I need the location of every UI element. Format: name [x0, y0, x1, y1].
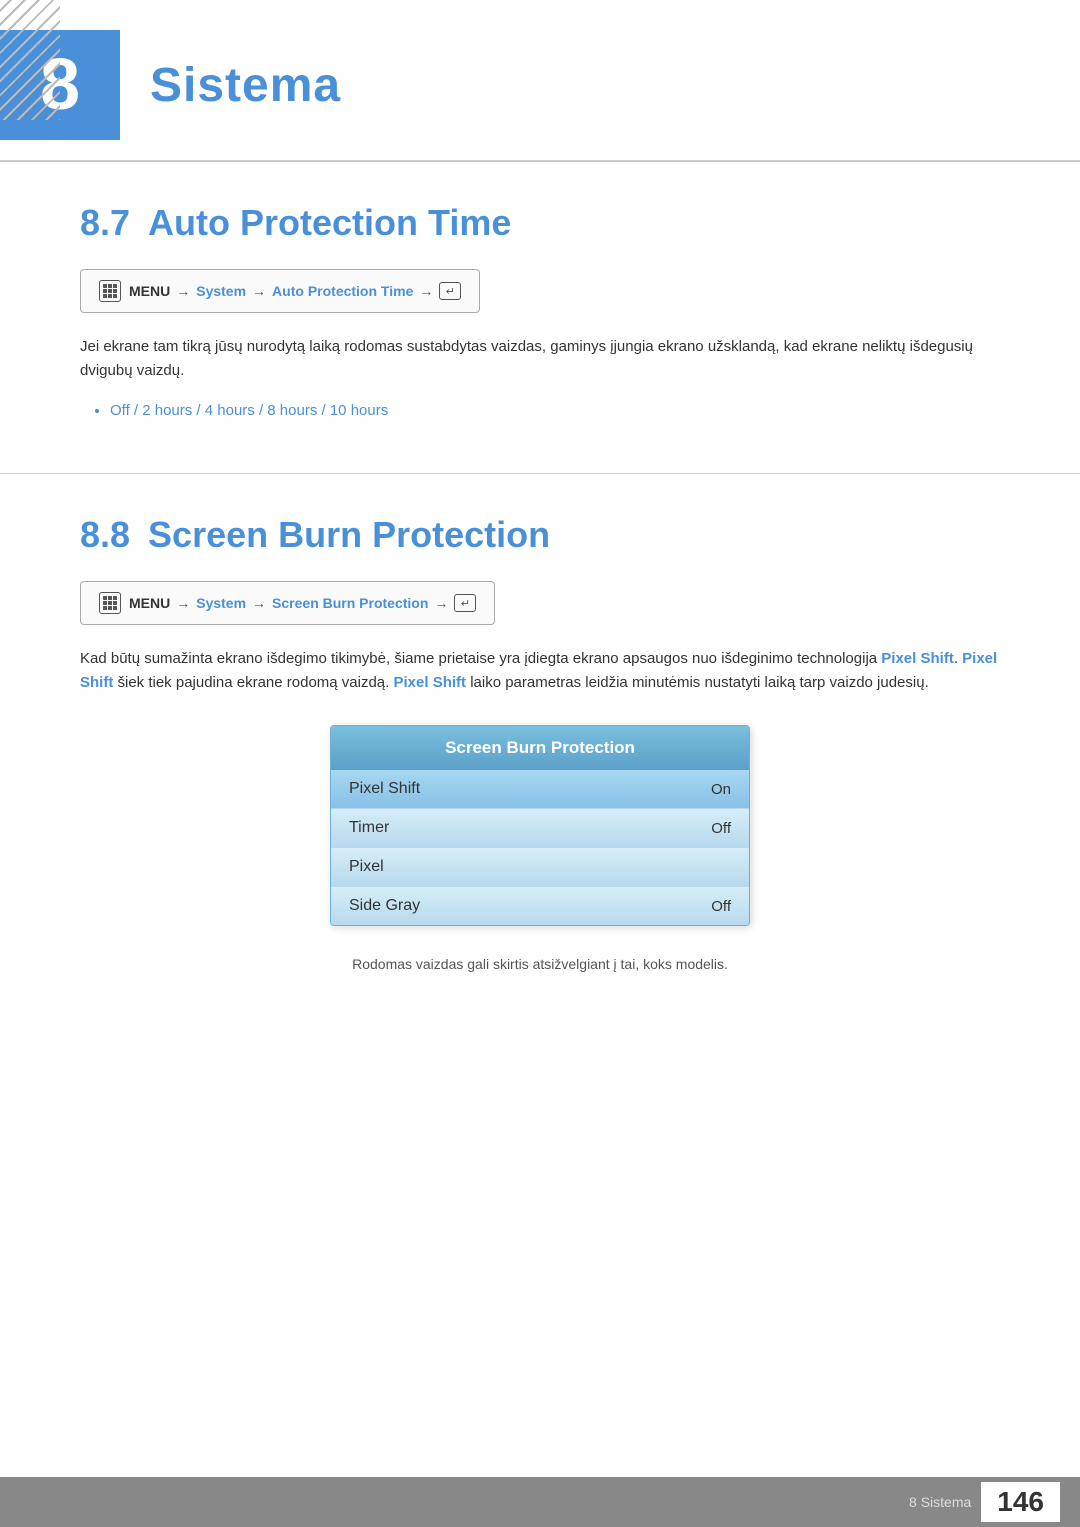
dialog-row-timer[interactable]: Timer Off: [331, 809, 749, 848]
menu-grid-8-8: [103, 596, 117, 610]
body-bold-3: Pixel Shift: [394, 674, 467, 691]
arrow1-8-8: →: [176, 595, 190, 611]
section-8-8-menu-path: MENU → System → Screen Burn Protection →…: [80, 581, 495, 625]
section-8-7-bullets: Off / 2 hours / 4 hours / 8 hours / 10 h…: [110, 399, 1000, 423]
chapter-header: 8 Sistema: [0, 0, 1080, 162]
section-8-7-number: 8.7: [80, 202, 130, 244]
section-8-7-menu-path: MENU → System → Auto Protection Time → ↵: [80, 269, 480, 313]
menu-system-8-8: System: [196, 595, 246, 611]
section-8-8-number: 8.8: [80, 514, 130, 556]
dialog-row-side-gray[interactable]: Side Gray Off: [331, 887, 749, 925]
diagonal-decoration: [0, 0, 60, 120]
section-8-8-footer-note: Rodomas vaizdas gali skirtis atsižvelgia…: [80, 956, 1000, 972]
arrow2-8-8: →: [252, 595, 266, 611]
body-text-part1: Kad būtų sumažinta ekrano išdegimo tikim…: [80, 650, 881, 667]
enter-icon-8-8: ↵: [454, 594, 476, 612]
dialog-row-pixel-label: Pixel: [349, 858, 384, 876]
section-8-8: 8.8 Screen Burn Protection MENU → System…: [0, 514, 1080, 972]
arrow1-8-7: →: [176, 283, 190, 299]
dialog-row-pixel-shift[interactable]: Pixel Shift On: [331, 770, 749, 809]
menu-word-8-8: MENU: [129, 595, 170, 611]
chapter-title: Sistema: [150, 58, 341, 113]
dialog-row-timer-value: Off: [711, 820, 731, 837]
section-8-8-body: Kad būtų sumažinta ekrano išdegimo tikim…: [80, 647, 1000, 695]
section-8-7-heading: 8.7 Auto Protection Time: [80, 202, 1000, 244]
dialog-row-side-gray-value: Off: [711, 898, 731, 915]
dialog-row-pixel-shift-value: On: [711, 781, 731, 798]
arrow2-8-7: →: [252, 283, 266, 299]
section-8-7-bullet-item: Off / 2 hours / 4 hours / 8 hours / 10 h…: [110, 399, 1000, 423]
arrow3-8-7: →: [419, 283, 433, 299]
footer-chapter-label: 8 Sistema: [909, 1494, 971, 1510]
dialog-header: Screen Burn Protection: [331, 726, 749, 770]
footer-page-number: 146: [981, 1482, 1060, 1522]
section-8-8-heading: 8.8 Screen Burn Protection: [80, 514, 1000, 556]
body-bold-1: Pixel Shift: [881, 650, 954, 667]
body-text-part3: šiek tiek pajudina ekrane rodomą vaizdą.: [113, 674, 393, 691]
dialog-row-timer-label: Timer: [349, 819, 389, 837]
section-8-7-body: Jei ekrane tam tikrą jūsų nurodytą laiką…: [80, 335, 1000, 383]
section-divider: [0, 473, 1080, 474]
section-8-8-title: Screen Burn Protection: [148, 514, 550, 556]
body-text-part4: laiko parametras leidžia minutėmis nusta…: [466, 674, 929, 691]
arrow3-8-8: →: [434, 595, 448, 611]
menu-item-8-7: Auto Protection Time: [272, 283, 413, 299]
page-footer: 8 Sistema 146: [0, 1477, 1080, 1527]
dialog-row-pixel[interactable]: Pixel: [331, 848, 749, 887]
menu-word-8-7: MENU: [129, 283, 170, 299]
menu-item-8-8: Screen Burn Protection: [272, 595, 428, 611]
body-text-part2: .: [954, 650, 962, 667]
section-8-7: 8.7 Auto Protection Time MENU → System →…: [0, 202, 1080, 423]
menu-grid-8-7: [103, 284, 117, 298]
screen-burn-dialog: Screen Burn Protection Pixel Shift On Ti…: [330, 725, 750, 926]
enter-icon-8-7: ↵: [439, 282, 461, 300]
menu-system-8-7: System: [196, 283, 246, 299]
menu-icon-8-7: [99, 280, 121, 302]
dialog-row-side-gray-label: Side Gray: [349, 897, 420, 915]
dialog-row-pixel-shift-label: Pixel Shift: [349, 780, 420, 798]
section-8-7-title: Auto Protection Time: [148, 202, 511, 244]
menu-icon-8-8: [99, 592, 121, 614]
dialog-container: Screen Burn Protection Pixel Shift On Ti…: [80, 725, 1000, 926]
